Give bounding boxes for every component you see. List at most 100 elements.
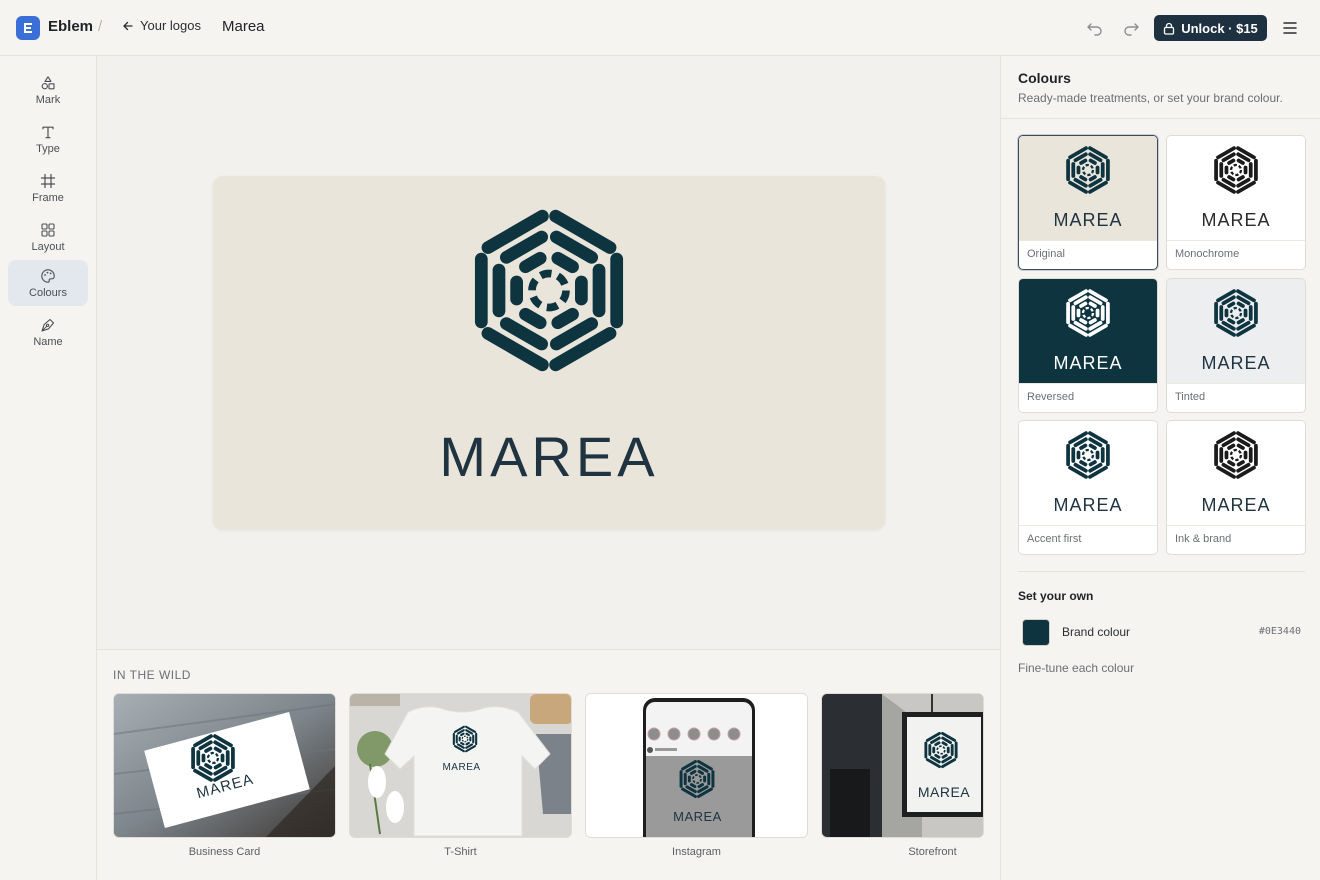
treatment-mark-icon bbox=[1066, 146, 1110, 194]
undo-button[interactable] bbox=[1085, 18, 1105, 38]
arrow-left-icon bbox=[123, 21, 133, 30]
treatment-tile-ink-brand[interactable]: MAREA Ink & brand bbox=[1166, 420, 1306, 555]
canvas-area: MAREA bbox=[97, 56, 1000, 649]
hexagon-mark-icon bbox=[474, 209, 624, 372]
treatment-name: Ink & brand bbox=[1175, 533, 1232, 545]
treatment-divider bbox=[1167, 240, 1305, 241]
redo-button[interactable] bbox=[1121, 18, 1141, 38]
unlock-label: Unlock · $15 bbox=[1181, 20, 1258, 36]
back-link-label: Your logos bbox=[140, 18, 201, 33]
treatment-word: MAREA bbox=[1053, 495, 1123, 515]
treatment-mark-icon bbox=[1214, 289, 1258, 337]
panel-divider bbox=[1001, 118, 1320, 119]
tool-rail: Mark Type Frame Layout Colours Name bbox=[0, 56, 97, 880]
rail-label-frame: Frame bbox=[32, 191, 64, 204]
rail-label-layout: Layout bbox=[31, 240, 65, 253]
brand-colour-swatch[interactable] bbox=[1022, 619, 1050, 646]
brand-colour-hex: #0E3440 bbox=[1258, 626, 1301, 637]
treatment-tile-original[interactable]: MAREA Original bbox=[1018, 135, 1158, 270]
section-divider bbox=[1018, 571, 1305, 572]
treatment-preview: MAREA bbox=[1019, 136, 1157, 240]
treatment-name: Original bbox=[1027, 248, 1065, 260]
rail-item-mark[interactable]: Mark bbox=[8, 67, 88, 113]
brand-colour-label: Brand colour bbox=[1062, 625, 1131, 639]
redo-icon bbox=[1124, 23, 1139, 36]
treatment-name: Accent first bbox=[1027, 533, 1082, 545]
treatment-name: Reversed bbox=[1027, 391, 1075, 403]
tshirt-word: MAREA bbox=[442, 762, 481, 773]
treatment-divider bbox=[1167, 383, 1305, 384]
rail-item-layout[interactable]: Layout bbox=[8, 214, 88, 260]
pen-nib-icon bbox=[41, 318, 55, 332]
logo-wordmark: MAREA bbox=[439, 425, 659, 488]
mockup-business-card[interactable]: MAREA bbox=[113, 693, 336, 838]
treatment-preview: MAREA bbox=[1167, 136, 1305, 240]
fine-tune-link[interactable]: Fine-tune each colour bbox=[1018, 661, 1134, 675]
tshirt-mark-icon bbox=[452, 725, 478, 753]
app-logo-icon[interactable] bbox=[16, 16, 40, 40]
page-title: Marea bbox=[222, 18, 265, 35]
treatment-preview: MAREA bbox=[1019, 279, 1157, 383]
mockup-instagram[interactable]: MAREA bbox=[585, 693, 808, 838]
set-your-own-heading: Set your own bbox=[1018, 589, 1094, 603]
treatment-name: Tinted bbox=[1175, 391, 1206, 403]
treatment-divider bbox=[1167, 525, 1305, 526]
rail-label-mark: Mark bbox=[35, 93, 61, 106]
menu-button[interactable] bbox=[1281, 18, 1299, 38]
treatment-divider bbox=[1019, 383, 1157, 384]
treatment-name: Monochrome bbox=[1175, 248, 1240, 260]
undo-icon bbox=[1087, 23, 1102, 36]
back-to-logos-link[interactable]: Your logos bbox=[122, 18, 201, 33]
rail-item-frame[interactable]: Frame bbox=[8, 165, 88, 211]
treatment-mark-icon bbox=[1214, 146, 1258, 194]
rail-label-name: Name bbox=[33, 335, 63, 348]
treatment-divider bbox=[1019, 525, 1157, 526]
hamburger-menu-icon bbox=[1283, 22, 1297, 34]
lock-icon bbox=[1164, 22, 1175, 35]
treatment-preview: MAREA bbox=[1167, 279, 1305, 383]
storefront-word: MAREA bbox=[917, 784, 971, 800]
shapes-icon bbox=[41, 75, 55, 89]
colours-panel: Colours Ready-made treatments, or set yo… bbox=[1000, 56, 1320, 880]
in-the-wild-section: IN THE WILD MAREA Business Card MAREA T-… bbox=[97, 649, 1000, 880]
treatment-word: MAREA bbox=[1201, 495, 1271, 515]
mockup-label-business-card: Business Card bbox=[188, 846, 261, 858]
frame-icon bbox=[40, 173, 56, 188]
logo-preview-card[interactable]: MAREA bbox=[213, 176, 885, 529]
type-icon bbox=[42, 126, 54, 138]
mockup-label-tshirt: T-Shirt bbox=[444, 846, 477, 858]
storefront-mark-icon bbox=[924, 731, 958, 769]
treatment-divider bbox=[1019, 240, 1157, 241]
rail-item-type[interactable]: Type bbox=[8, 116, 88, 162]
treatment-word: MAREA bbox=[1053, 210, 1123, 230]
unlock-button[interactable]: Unlock · $15 bbox=[1154, 15, 1267, 41]
rail-item-colours[interactable]: Colours bbox=[8, 260, 88, 306]
panel-subtitle: Ready-made treatments, or set your brand… bbox=[1018, 91, 1283, 105]
app-name: Eblem bbox=[48, 18, 94, 35]
treatment-tile-monochrome[interactable]: MAREA Monochrome bbox=[1166, 135, 1306, 270]
instagram-mark-icon bbox=[679, 760, 715, 798]
palette-icon bbox=[41, 268, 55, 283]
treatment-preview: MAREA bbox=[1019, 421, 1157, 525]
rail-item-name[interactable]: Name bbox=[8, 309, 88, 355]
treatment-tile-reversed[interactable]: MAREA Reversed bbox=[1018, 278, 1158, 413]
instagram-word: MAREA bbox=[673, 809, 722, 824]
treatment-tile-tinted[interactable]: MAREA Tinted bbox=[1166, 278, 1306, 413]
treatment-word: MAREA bbox=[1201, 353, 1271, 373]
panel-title: Colours bbox=[1018, 70, 1071, 86]
brand-colour-row[interactable]: Brand colour #0E3440 bbox=[1018, 616, 1305, 648]
breadcrumb-separator: / bbox=[98, 18, 103, 35]
rail-label-type: Type bbox=[36, 142, 60, 155]
top-bar: Eblem / Your logos Marea Unlock · $15 bbox=[0, 0, 1320, 56]
treatment-mark-icon bbox=[1066, 431, 1110, 479]
layout-grid-icon bbox=[41, 222, 55, 237]
treatment-word: MAREA bbox=[1201, 210, 1271, 230]
mockup-tshirt[interactable]: MAREA bbox=[349, 693, 572, 838]
rail-label-colours: Colours bbox=[29, 286, 67, 299]
in-the-wild-heading: IN THE WILD bbox=[113, 668, 191, 682]
treatment-mark-icon bbox=[1214, 431, 1258, 479]
treatment-preview: MAREA bbox=[1167, 421, 1305, 525]
mockup-storefront[interactable]: MAREA bbox=[821, 693, 984, 838]
treatment-mark-icon bbox=[1066, 289, 1110, 337]
treatment-tile-accent-first[interactable]: MAREA Accent first bbox=[1018, 420, 1158, 555]
